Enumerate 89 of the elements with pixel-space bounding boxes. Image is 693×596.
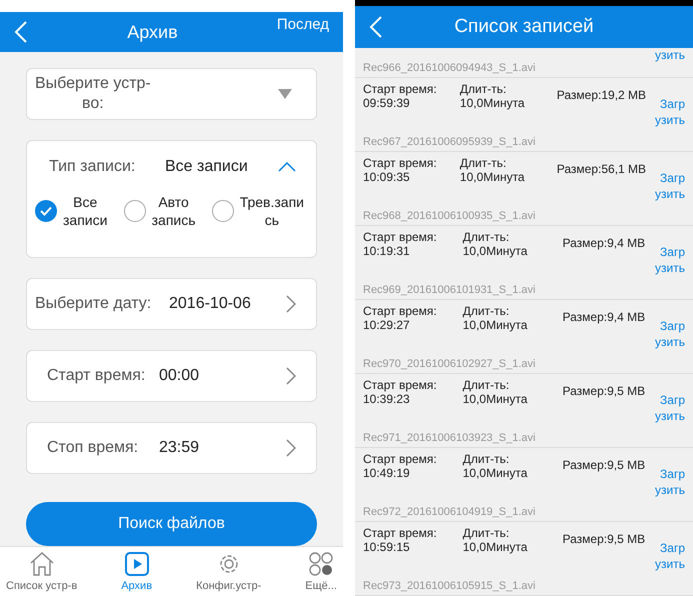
field-value: 23:59 xyxy=(159,438,200,458)
download-link[interactable]: Загр узить xyxy=(652,170,685,210)
start-label: Старт время: xyxy=(363,82,438,96)
download-link[interactable]: узить xyxy=(655,48,685,62)
screen-title: Список записей xyxy=(453,14,595,39)
file-size: Размер:9,5 MB xyxy=(562,458,646,474)
start-label: Старт время: xyxy=(363,304,438,318)
radio-button[interactable] xyxy=(124,200,146,222)
field-label: Старт время: xyxy=(46,366,146,386)
start-label: Старт время: xyxy=(363,156,438,170)
start-label: Старт время: xyxy=(363,526,438,540)
start-time: 10:59:15 xyxy=(363,540,411,554)
nav-tab[interactable]: Архив xyxy=(121,551,152,596)
latest-button[interactable]: Послед xyxy=(276,14,329,36)
screen-title: Архив xyxy=(126,20,179,44)
file-name: Rec971_20161006103923_S_1.avi xyxy=(363,432,536,446)
duration-label: Длит-ть: xyxy=(462,378,510,392)
device-label: Выберите устр- во: xyxy=(35,74,151,114)
duration-label: Длит-ть: xyxy=(462,304,510,318)
picker-row[interactable]: Выберите дату: 2016-10-06 xyxy=(26,278,317,330)
record-type-value: Все записи xyxy=(165,157,248,177)
file-size: Размер:19,2 MB xyxy=(556,88,646,104)
duration-value: 10,0Минута xyxy=(460,96,526,110)
search-files-button[interactable]: Поиск файлов xyxy=(26,502,317,546)
nav-tab[interactable]: Конфиг.устр- xyxy=(196,551,262,596)
duration-value: 10,0Минута xyxy=(462,466,528,480)
file-name: Rec973_20161006105915_S_1.avi xyxy=(363,580,536,594)
file-size: Размер:9,4 MB xyxy=(562,310,646,326)
start-time: 09:59:39 xyxy=(363,96,411,110)
start-time: 10:19:31 xyxy=(363,244,411,258)
dropdown-icon xyxy=(278,89,292,99)
back-icon[interactable] xyxy=(369,15,383,39)
file-size: Размер:9,5 MB xyxy=(562,532,646,548)
radio-label: Все записи xyxy=(62,193,108,229)
record-type-label: Тип записи: xyxy=(49,157,136,177)
start-time: 10:09:35 xyxy=(363,170,411,184)
duration-value: 10,0Минута xyxy=(462,318,528,332)
radio-label: Авто запись xyxy=(150,193,197,229)
duration-value: 10,0Минута xyxy=(460,170,526,184)
file-name: Rec972_20161006104919_S_1.avi xyxy=(363,506,536,520)
play-icon xyxy=(124,551,150,577)
file-name: Rec967_20161006095939_S_1.avi xyxy=(363,136,536,150)
radio-label: Трев.запи сь xyxy=(238,193,305,229)
nav-tab[interactable]: Список устр-в xyxy=(6,551,78,596)
start-label: Старт время: xyxy=(363,230,438,244)
chevron-right-icon xyxy=(286,367,296,385)
field-value: 2016-10-06 xyxy=(169,294,251,314)
chevron-up-icon[interactable] xyxy=(278,162,296,172)
start-label: Старт время: xyxy=(363,378,438,392)
home-icon xyxy=(28,551,55,577)
chevron-right-icon xyxy=(286,295,296,313)
duration-label: Длит-ть: xyxy=(460,156,508,170)
check-icon xyxy=(40,206,52,216)
download-link[interactable]: Загр узить xyxy=(651,318,685,358)
file-name: Rec970_20161006102927_S_1.avi xyxy=(363,358,536,372)
download-link[interactable]: Загр узить xyxy=(651,392,685,432)
start-time: 10:29:27 xyxy=(363,318,411,332)
radio-button[interactable] xyxy=(35,200,57,222)
download-link[interactable]: Загр узить xyxy=(651,466,685,506)
duration-value: 10,0Минута xyxy=(462,244,528,258)
file-name: Rec969_20161006101931_S_1.avi xyxy=(363,284,536,298)
device-select[interactable]: Выберите устр- во: xyxy=(26,68,317,120)
nav-tab[interactable]: Ещё... xyxy=(305,551,337,596)
field-value: 00:00 xyxy=(159,366,200,386)
download-link[interactable]: Загр узить xyxy=(651,244,685,284)
picker-row[interactable]: Стоп время: 23:59 xyxy=(26,422,317,474)
download-link[interactable]: Загр узить xyxy=(652,96,685,136)
file-name: Rec968_20161006100935_S_1.avi xyxy=(363,210,536,224)
duration-label: Длит-ть: xyxy=(462,452,510,466)
file-size: Размер:9,5 MB xyxy=(562,384,646,400)
file-size: Размер:9,4 MB xyxy=(562,236,646,252)
duration-label: Длит-ть: xyxy=(462,230,510,244)
duration-label: Длит-ть: xyxy=(460,82,508,96)
field-label: Стоп время: xyxy=(46,438,140,458)
back-icon[interactable] xyxy=(14,20,28,44)
duration-value: 10,0Минута xyxy=(462,540,528,554)
file-size: Размер:56,1 MB xyxy=(556,162,646,178)
start-label: Старт время: xyxy=(363,452,438,466)
field-label: Выберите дату: xyxy=(35,294,152,314)
duration-value: 10,0Минута xyxy=(462,392,528,406)
start-time: 10:39:23 xyxy=(363,392,411,406)
picker-row[interactable]: Старт время: 00:00 xyxy=(26,350,317,402)
more-icon xyxy=(308,551,334,577)
file-name: Rec966_20161006094943_S_1.avi xyxy=(363,62,536,76)
download-link[interactable]: Загр узить xyxy=(651,540,685,580)
duration-label: Длит-ть: xyxy=(462,526,510,540)
chevron-right-icon xyxy=(286,439,296,457)
radio-button[interactable] xyxy=(212,200,234,222)
start-time: 10:49:19 xyxy=(363,466,411,480)
